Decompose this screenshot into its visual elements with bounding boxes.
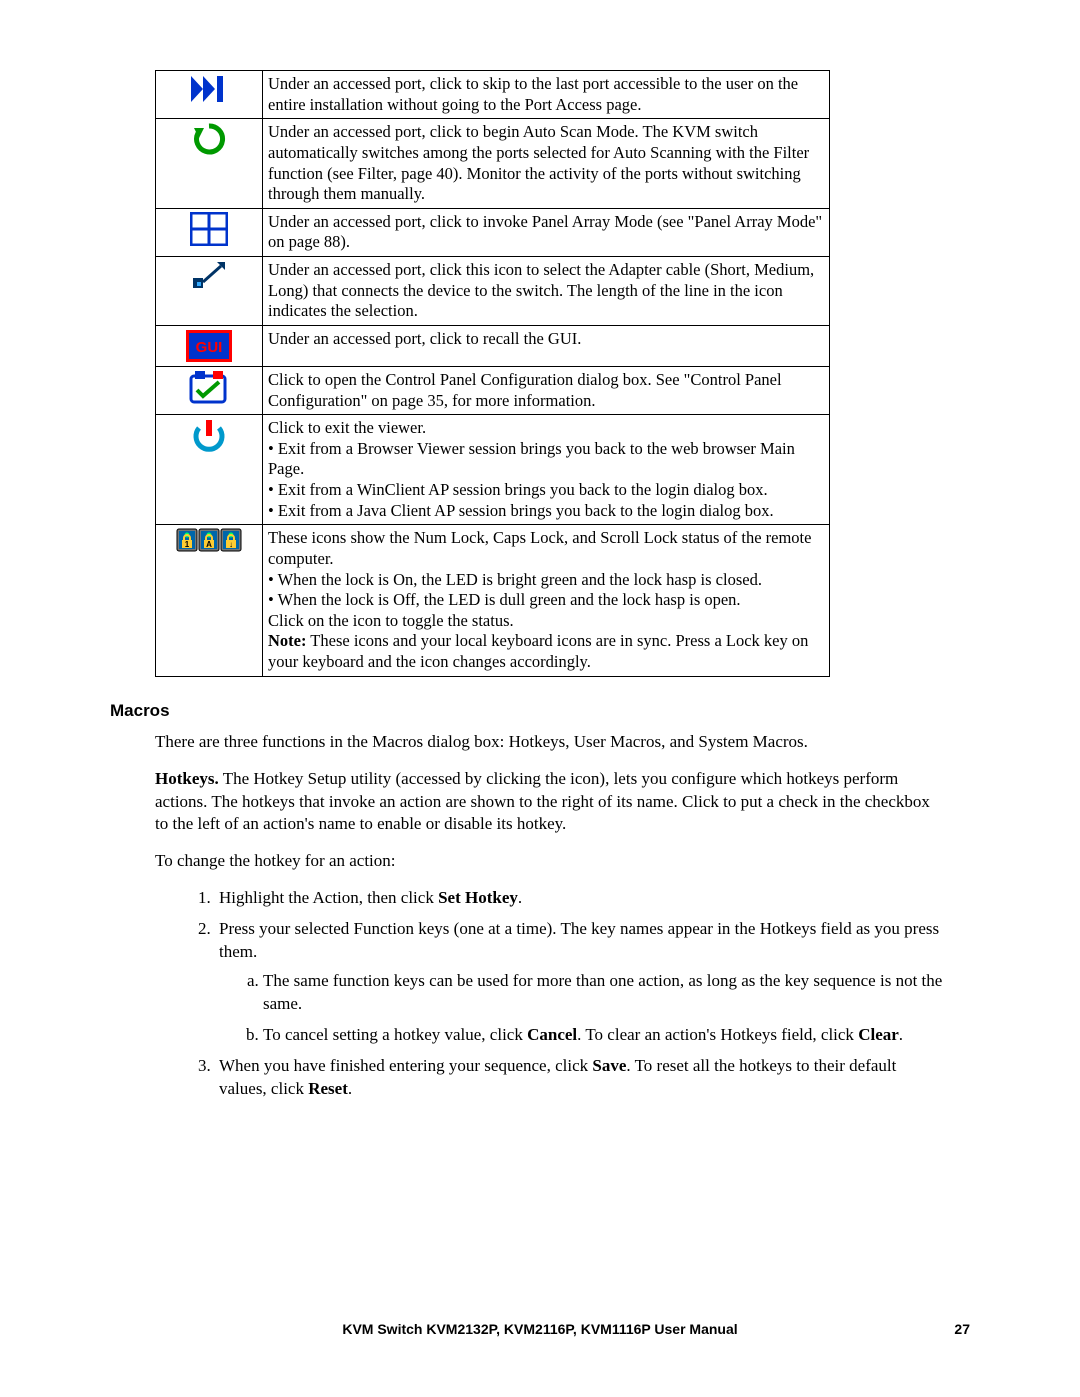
table-row: GUI Under an accessed port, click to reca… bbox=[156, 325, 830, 366]
row-description: Under an accessed port, click to skip to… bbox=[263, 71, 830, 119]
step-2-substeps: The same function keys can be used for m… bbox=[219, 970, 945, 1047]
page-footer: KVM Switch KVM2132P, KVM2116P, KVM1116P … bbox=[110, 1321, 970, 1337]
row-description: Click to exit the viewer. • Exit from a … bbox=[263, 415, 830, 525]
table-row: 1 A ↓ These icons show the Num Lock, Caps L… bbox=[156, 525, 830, 676]
hotkey-steps: Highlight the Action, then click Set Hot… bbox=[155, 887, 945, 1101]
svg-text:GUI: GUI bbox=[196, 339, 223, 356]
hotkeys-paragraph: Hotkeys. The Hotkey Setup utility (acces… bbox=[155, 768, 945, 837]
config-icon bbox=[156, 366, 263, 414]
icon-description-table: Under an accessed port, click to skip to… bbox=[155, 70, 830, 677]
table-row: Under an accessed port, click this icon … bbox=[156, 257, 830, 326]
step-2: Press your selected Function keys (one a… bbox=[215, 918, 945, 1047]
step-2b: To cancel setting a hotkey value, click … bbox=[263, 1024, 945, 1047]
change-intro: To change the hotkey for an action: bbox=[155, 850, 945, 873]
row-description: Click to open the Control Panel Configur… bbox=[263, 366, 830, 414]
table-row: Under an accessed port, click to skip to… bbox=[156, 71, 830, 119]
hotkeys-text: The Hotkey Setup utility (accessed by cl… bbox=[155, 769, 930, 834]
svg-text:↓: ↓ bbox=[229, 540, 233, 549]
table-row: Under an accessed port, click to begin A… bbox=[156, 119, 830, 209]
row-description: Under an accessed port, click to invoke … bbox=[263, 208, 830, 256]
table-row: Under an accessed port, click to invoke … bbox=[156, 208, 830, 256]
svg-text:A: A bbox=[206, 540, 212, 549]
page-number: 27 bbox=[954, 1321, 970, 1337]
footer-title: KVM Switch KVM2132P, KVM2116P, KVM1116P … bbox=[342, 1321, 737, 1337]
auto-scan-icon bbox=[156, 119, 263, 209]
step-1: Highlight the Action, then click Set Hot… bbox=[215, 887, 945, 910]
skip-last-icon bbox=[156, 71, 263, 119]
svg-text:1: 1 bbox=[185, 540, 190, 549]
row-description: These icons show the Num Lock, Caps Lock… bbox=[263, 525, 830, 676]
row-description: Under an accessed port, click this icon … bbox=[263, 257, 830, 326]
macros-heading: Macros bbox=[110, 701, 970, 721]
table-row: Click to exit the viewer. • Exit from a … bbox=[156, 415, 830, 525]
macros-intro: There are three functions in the Macros … bbox=[155, 731, 945, 754]
gui-icon: GUI bbox=[156, 325, 263, 366]
row-description: Under an accessed port, click to begin A… bbox=[263, 119, 830, 209]
panel-array-icon bbox=[156, 208, 263, 256]
table-row: Click to open the Control Panel Configur… bbox=[156, 366, 830, 414]
step-3: When you have finished entering your seq… bbox=[215, 1055, 945, 1101]
adapter-icon bbox=[156, 257, 263, 326]
exit-icon bbox=[156, 415, 263, 525]
row-description: Under an accessed port, click to recall … bbox=[263, 325, 830, 366]
step-2a: The same function keys can be used for m… bbox=[263, 970, 945, 1016]
locks-icon: 1 A ↓ bbox=[156, 525, 263, 676]
hotkeys-label: Hotkeys. bbox=[155, 769, 219, 788]
